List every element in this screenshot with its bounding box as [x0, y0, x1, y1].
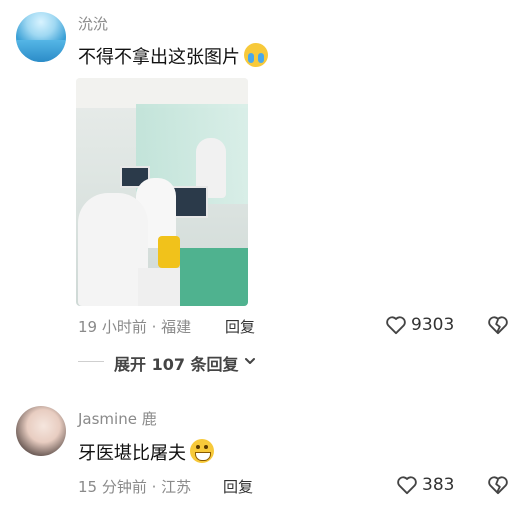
avatar[interactable] — [16, 406, 66, 456]
comment-text: 不得不拿出这张图片 — [78, 43, 268, 69]
comment-meta: 19 小时前 · 福建 — [78, 318, 192, 336]
divider — [78, 361, 104, 362]
heart-icon[interactable] — [385, 315, 407, 335]
comment-username[interactable]: 沇沇 — [78, 13, 108, 34]
crying-laughing-emoji-icon — [244, 43, 268, 67]
expand-replies-button[interactable]: 展开 107 条回复 — [114, 351, 239, 375]
comment-text-content: 牙医堪比屠夫 — [78, 443, 186, 464]
broken-heart-icon[interactable] — [487, 475, 509, 495]
reply-button[interactable]: 回复 — [225, 316, 255, 337]
like-count: 383 — [422, 475, 455, 495]
reply-button[interactable]: 回复 — [223, 476, 253, 497]
comment-text: 牙医堪比屠夫 — [78, 439, 214, 465]
comment-username[interactable]: Jasmine 鹿 — [78, 408, 157, 429]
heart-icon[interactable] — [396, 475, 418, 495]
comment-image[interactable] — [76, 78, 248, 306]
comment-text-content: 不得不拿出这张图片 — [78, 47, 240, 68]
avatar[interactable] — [16, 12, 66, 62]
grinning-emoji-icon — [190, 439, 214, 463]
broken-heart-icon[interactable] — [487, 315, 509, 335]
chevron-down-icon[interactable] — [243, 354, 257, 368]
comment-meta: 15 分钟前 · 江苏 — [78, 478, 192, 496]
like-count: 9303 — [411, 315, 455, 335]
